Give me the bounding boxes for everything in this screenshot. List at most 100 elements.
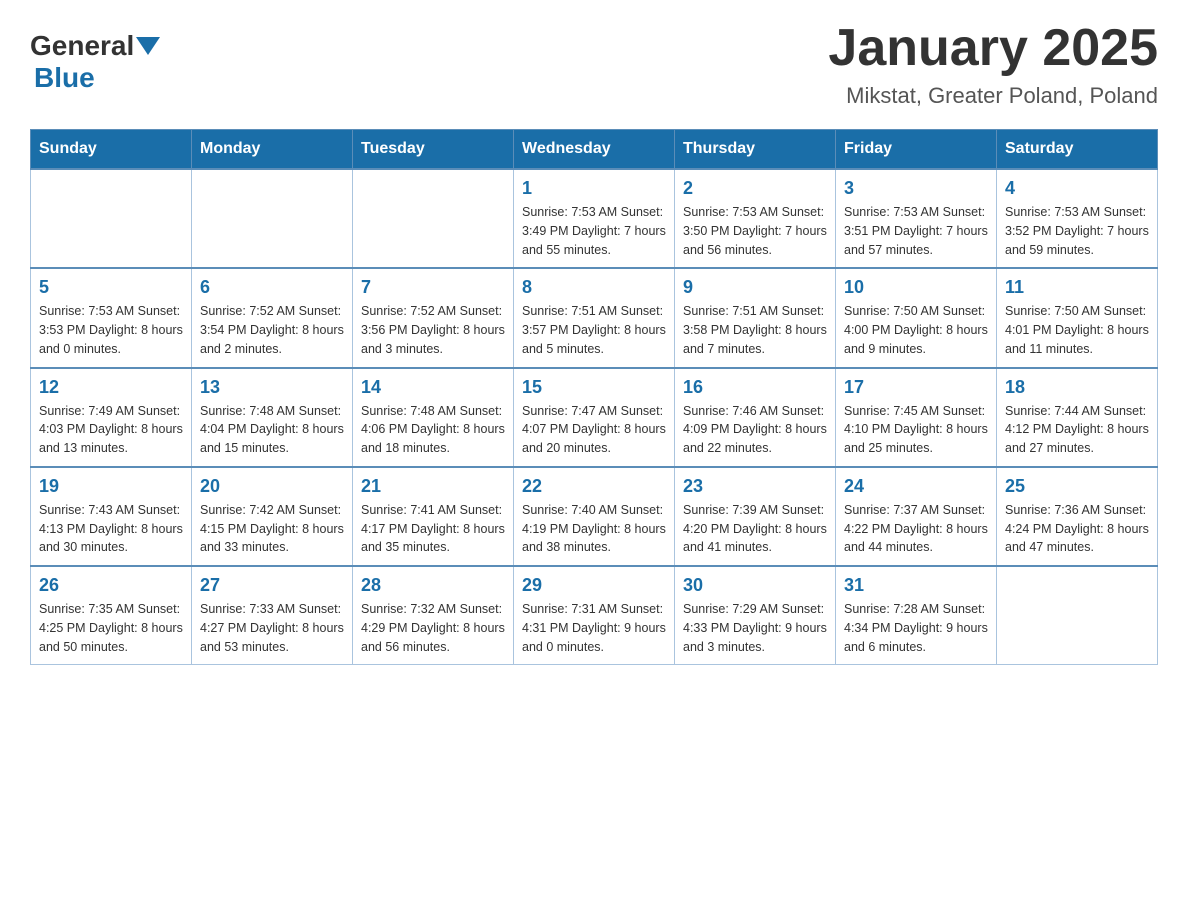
calendar-cell: 6 Sunrise: 7:52 AM Sunset: 3:54 PM Daylig… [192,268,353,367]
day-info: Sunrise: 7:44 AM Sunset: 4:12 PM Dayligh… [1005,402,1149,458]
day-number: 20 [200,476,344,497]
day-number: 30 [683,575,827,596]
calendar-cell: 7 Sunrise: 7:52 AM Sunset: 3:56 PM Daylig… [353,268,514,367]
calendar-table: SundayMondayTuesdayWednesdayThursdayFrid… [30,129,1158,665]
day-info: Sunrise: 7:50 AM Sunset: 4:00 PM Dayligh… [844,302,988,358]
calendar-cell: 4 Sunrise: 7:53 AM Sunset: 3:52 PM Daylig… [997,169,1158,268]
day-number: 14 [361,377,505,398]
calendar-cell [192,169,353,268]
calendar-week-row: 26 Sunrise: 7:35 AM Sunset: 4:25 PM Dayli… [31,566,1158,665]
day-info: Sunrise: 7:46 AM Sunset: 4:09 PM Dayligh… [683,402,827,458]
day-number: 29 [522,575,666,596]
day-info: Sunrise: 7:36 AM Sunset: 4:24 PM Dayligh… [1005,501,1149,557]
calendar-cell: 17Sunrise: 7:45 AM Sunset: 4:10 PM Dayli… [836,368,997,467]
calendar-cell: 18 Sunrise: 7:44 AM Sunset: 4:12 PM Dayli… [997,368,1158,467]
day-info: Sunrise: 7:33 AM Sunset: 4:27 PM Dayligh… [200,600,344,656]
day-number: 15 [522,377,666,398]
calendar-cell: 11Sunrise: 7:50 AM Sunset: 4:01 PM Dayli… [997,268,1158,367]
day-number: 23 [683,476,827,497]
calendar-cell: 1Sunrise: 7:53 AM Sunset: 3:49 PM Daylig… [514,169,675,268]
day-info: Sunrise: 7:53 AM Sunset: 3:50 PM Dayligh… [683,203,827,259]
calendar-cell: 12Sunrise: 7:49 AM Sunset: 4:03 PM Dayli… [31,368,192,467]
calendar-cell: 24Sunrise: 7:37 AM Sunset: 4:22 PM Dayli… [836,467,997,566]
calendar-week-row: 19 Sunrise: 7:43 AM Sunset: 4:13 PM Dayli… [31,467,1158,566]
calendar-cell: 5 Sunrise: 7:53 AM Sunset: 3:53 PM Daylig… [31,268,192,367]
day-number: 5 [39,277,183,298]
day-info: Sunrise: 7:52 AM Sunset: 3:56 PM Dayligh… [361,302,505,358]
calendar-cell: 23Sunrise: 7:39 AM Sunset: 4:20 PM Dayli… [675,467,836,566]
logo: General Blue [30,30,162,94]
calendar-cell: 2 Sunrise: 7:53 AM Sunset: 3:50 PM Daylig… [675,169,836,268]
day-info: Sunrise: 7:52 AM Sunset: 3:54 PM Dayligh… [200,302,344,358]
calendar-cell: 19 Sunrise: 7:43 AM Sunset: 4:13 PM Dayli… [31,467,192,566]
day-number: 8 [522,277,666,298]
calendar-header-wednesday: Wednesday [514,130,675,170]
calendar-cell: 20Sunrise: 7:42 AM Sunset: 4:15 PM Dayli… [192,467,353,566]
header: General Blue January 2025 Mikstat, Great… [30,20,1158,109]
day-info: Sunrise: 7:50 AM Sunset: 4:01 PM Dayligh… [1005,302,1149,358]
day-number: 2 [683,178,827,199]
day-info: Sunrise: 7:53 AM Sunset: 3:52 PM Dayligh… [1005,203,1149,259]
calendar-cell: 9 Sunrise: 7:51 AM Sunset: 3:58 PM Daylig… [675,268,836,367]
day-number: 17 [844,377,988,398]
calendar-cell [31,169,192,268]
day-number: 31 [844,575,988,596]
day-number: 27 [200,575,344,596]
day-info: Sunrise: 7:35 AM Sunset: 4:25 PM Dayligh… [39,600,183,656]
day-number: 18 [1005,377,1149,398]
calendar-header-thursday: Thursday [675,130,836,170]
day-info: Sunrise: 7:43 AM Sunset: 4:13 PM Dayligh… [39,501,183,557]
day-number: 25 [1005,476,1149,497]
calendar-cell: 16 Sunrise: 7:46 AM Sunset: 4:09 PM Dayli… [675,368,836,467]
calendar-cell: 29Sunrise: 7:31 AM Sunset: 4:31 PM Dayli… [514,566,675,665]
calendar-cell: 21Sunrise: 7:41 AM Sunset: 4:17 PM Dayli… [353,467,514,566]
calendar-cell: 3Sunrise: 7:53 AM Sunset: 3:51 PM Daylig… [836,169,997,268]
calendar-cell: 22Sunrise: 7:40 AM Sunset: 4:19 PM Dayli… [514,467,675,566]
logo-blue-text: Blue [34,62,95,93]
day-info: Sunrise: 7:53 AM Sunset: 3:53 PM Dayligh… [39,302,183,358]
day-number: 24 [844,476,988,497]
day-number: 21 [361,476,505,497]
calendar-week-row: 1Sunrise: 7:53 AM Sunset: 3:49 PM Daylig… [31,169,1158,268]
calendar-cell: 15 Sunrise: 7:47 AM Sunset: 4:07 PM Dayli… [514,368,675,467]
calendar-cell: 14 Sunrise: 7:48 AM Sunset: 4:06 PM Dayli… [353,368,514,467]
calendar-cell [353,169,514,268]
day-info: Sunrise: 7:48 AM Sunset: 4:06 PM Dayligh… [361,402,505,458]
calendar-header-friday: Friday [836,130,997,170]
page-title: January 2025 [828,20,1158,77]
day-info: Sunrise: 7:40 AM Sunset: 4:19 PM Dayligh… [522,501,666,557]
calendar-week-row: 5 Sunrise: 7:53 AM Sunset: 3:53 PM Daylig… [31,268,1158,367]
calendar-cell: 30Sunrise: 7:29 AM Sunset: 4:33 PM Dayli… [675,566,836,665]
day-number: 26 [39,575,183,596]
day-number: 6 [200,277,344,298]
page-subtitle: Mikstat, Greater Poland, Poland [828,83,1158,109]
day-number: 16 [683,377,827,398]
logo-general-text: General [30,30,134,62]
day-number: 12 [39,377,183,398]
calendar-cell: 13 Sunrise: 7:48 AM Sunset: 4:04 PM Dayli… [192,368,353,467]
day-number: 9 [683,277,827,298]
day-info: Sunrise: 7:28 AM Sunset: 4:34 PM Dayligh… [844,600,988,656]
day-info: Sunrise: 7:53 AM Sunset: 3:49 PM Dayligh… [522,203,666,259]
calendar-cell: 25 Sunrise: 7:36 AM Sunset: 4:24 PM Dayli… [997,467,1158,566]
calendar-cell: 10 Sunrise: 7:50 AM Sunset: 4:00 PM Dayli… [836,268,997,367]
calendar-cell: 27 Sunrise: 7:33 AM Sunset: 4:27 PM Dayli… [192,566,353,665]
calendar-cell: 31 Sunrise: 7:28 AM Sunset: 4:34 PM Dayli… [836,566,997,665]
day-info: Sunrise: 7:51 AM Sunset: 3:57 PM Dayligh… [522,302,666,358]
day-info: Sunrise: 7:32 AM Sunset: 4:29 PM Dayligh… [361,600,505,656]
day-number: 13 [200,377,344,398]
logo-arrow-icon [136,37,160,55]
calendar-header-row: SundayMondayTuesdayWednesdayThursdayFrid… [31,130,1158,170]
day-number: 19 [39,476,183,497]
day-number: 7 [361,277,505,298]
calendar-header-monday: Monday [192,130,353,170]
day-info: Sunrise: 7:53 AM Sunset: 3:51 PM Dayligh… [844,203,988,259]
calendar-header-saturday: Saturday [997,130,1158,170]
day-info: Sunrise: 7:51 AM Sunset: 3:58 PM Dayligh… [683,302,827,358]
day-info: Sunrise: 7:48 AM Sunset: 4:04 PM Dayligh… [200,402,344,458]
day-info: Sunrise: 7:47 AM Sunset: 4:07 PM Dayligh… [522,402,666,458]
day-number: 10 [844,277,988,298]
day-number: 28 [361,575,505,596]
day-number: 4 [1005,178,1149,199]
calendar-cell: 8 Sunrise: 7:51 AM Sunset: 3:57 PM Daylig… [514,268,675,367]
